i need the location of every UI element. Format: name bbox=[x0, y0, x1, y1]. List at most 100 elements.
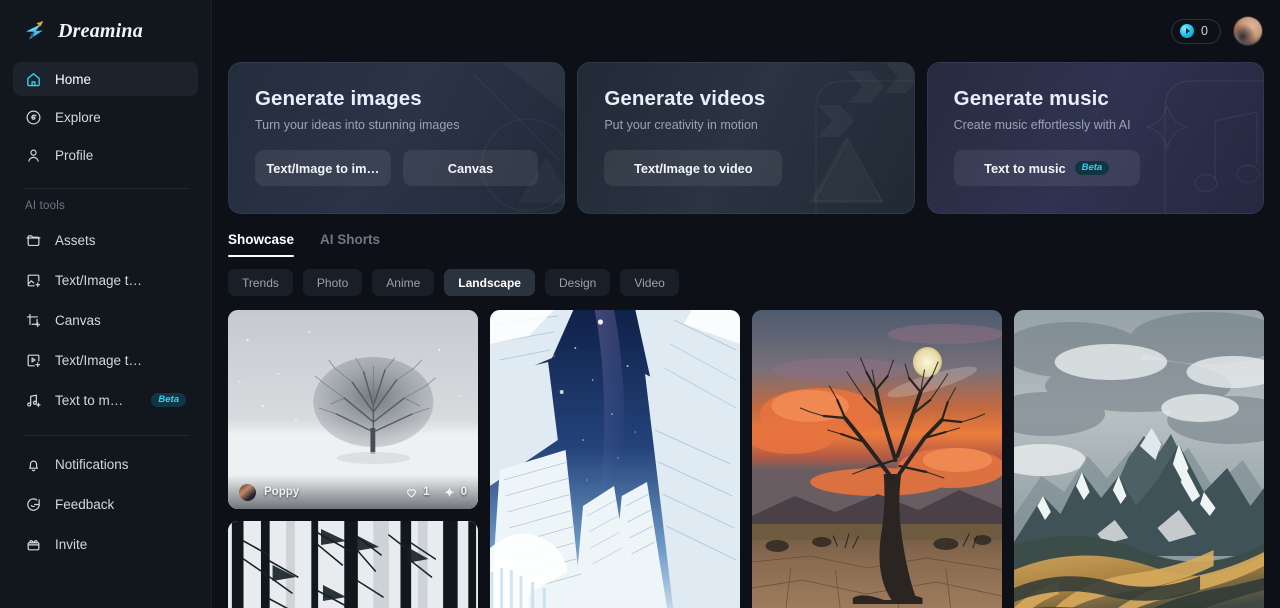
bell-icon bbox=[25, 456, 42, 473]
hero-decoration-images bbox=[229, 63, 565, 213]
sidebar-item-label: Invite bbox=[55, 536, 88, 552]
gallery-card-desert-tree[interactable] bbox=[752, 310, 1002, 608]
tab-showcase[interactable]: Showcase bbox=[228, 232, 295, 257]
hero-card-generate-music[interactable]: Generate music Create music effortlessly… bbox=[926, 62, 1264, 214]
sidebar-item-text-to-music[interactable]: Text to music Beta bbox=[13, 383, 198, 417]
sparkle-icon bbox=[443, 486, 456, 499]
sparkle-stat[interactable]: 0 bbox=[443, 486, 467, 499]
sidebar-bottom-nav: Notifications Feedback Invite bbox=[13, 447, 198, 567]
folder-icon bbox=[25, 232, 42, 249]
hero-card-generate-images[interactable]: Generate images Turn your ideas into stu… bbox=[228, 62, 566, 214]
gallery-column bbox=[752, 310, 1002, 608]
canvas-button[interactable]: Canvas bbox=[402, 150, 539, 186]
sidebar-section-label-ai-tools: AI tools bbox=[25, 200, 65, 212]
text-image-to-video-button[interactable]: Text/Image to video bbox=[604, 150, 783, 186]
chip-landscape[interactable]: Landscape bbox=[444, 269, 535, 296]
sidebar-item-feedback[interactable]: Feedback bbox=[13, 487, 198, 521]
sparkle-count: 0 bbox=[460, 486, 467, 498]
chip-trends[interactable]: Trends bbox=[228, 269, 293, 296]
sidebar-primary-nav: Home Explore Profile bbox=[13, 62, 198, 176]
like-count: 1 bbox=[423, 486, 430, 498]
gift-icon bbox=[25, 536, 42, 553]
gallery-card-mountains[interactable] bbox=[1014, 310, 1264, 608]
artwork-frozen-skyscrapers-starry-sky bbox=[490, 310, 740, 608]
main-content: 0 Generate images Turn your ideas into s… bbox=[212, 0, 1280, 608]
compass-icon bbox=[25, 109, 42, 126]
content-area: Generate images Turn your ideas into stu… bbox=[212, 62, 1280, 608]
sidebar-item-label: Notifications bbox=[55, 456, 129, 472]
author-avatar bbox=[239, 483, 256, 501]
beta-badge: Beta bbox=[151, 392, 186, 408]
beta-badge: Beta bbox=[1074, 160, 1110, 176]
author-name: Poppy bbox=[264, 486, 300, 498]
video-generate-icon bbox=[25, 352, 42, 369]
hero-buttons: Text to music Beta bbox=[953, 150, 1237, 186]
tab-ai-shorts[interactable]: AI Shorts bbox=[320, 232, 380, 257]
sidebar: Dreamina Home Explore Profile AI tools A… bbox=[0, 0, 212, 608]
image-generate-icon bbox=[25, 272, 42, 289]
chip-photo[interactable]: Photo bbox=[302, 269, 363, 296]
sidebar-item-canvas[interactable]: Canvas bbox=[13, 303, 198, 337]
sidebar-item-text-image-to-image[interactable]: Text/Image t… bbox=[13, 263, 198, 297]
avatar[interactable] bbox=[1234, 17, 1262, 45]
chip-anime[interactable]: Anime bbox=[372, 269, 435, 296]
text-to-music-button[interactable]: Text to music Beta bbox=[953, 150, 1140, 186]
hero-decoration-videos bbox=[578, 63, 914, 213]
artwork-desert-dead-tree-sunset-moon bbox=[752, 310, 1002, 608]
sidebar-item-label: Feedback bbox=[55, 496, 115, 512]
gallery-card-snowy-tree[interactable]: Poppy 1 0 bbox=[228, 310, 478, 509]
card-author[interactable]: Poppy bbox=[239, 483, 300, 501]
hero-card-generate-videos[interactable]: Generate videos Put your creativity in m… bbox=[577, 62, 915, 214]
card-stats: 1 0 bbox=[405, 486, 467, 499]
home-icon bbox=[25, 71, 42, 88]
brand-name: Dreamina bbox=[58, 19, 143, 42]
hero-decoration-music bbox=[928, 63, 1263, 213]
gallery-column bbox=[1014, 310, 1264, 608]
hero-buttons: Text/Image to video bbox=[604, 150, 887, 186]
person-icon bbox=[25, 147, 42, 164]
chip-design[interactable]: Design bbox=[544, 269, 611, 296]
brand[interactable]: Dreamina bbox=[13, 0, 198, 62]
sidebar-item-label: Canvas bbox=[55, 312, 101, 328]
hero-subtitle: Turn your ideas into stunning images bbox=[255, 118, 460, 132]
canvas-icon bbox=[25, 312, 42, 329]
credits-badge[interactable]: 0 bbox=[1171, 18, 1221, 44]
hero-title: Generate images bbox=[255, 87, 422, 110]
artwork-mountain-range-golden-hills bbox=[1014, 310, 1264, 608]
dreamina-logo-icon bbox=[23, 18, 49, 44]
artwork-misty-pine-forest bbox=[228, 521, 478, 608]
text-image-to-image-button[interactable]: Text/Image to im… bbox=[255, 150, 391, 186]
sidebar-item-assets[interactable]: Assets bbox=[13, 223, 198, 257]
gallery-column bbox=[490, 310, 740, 608]
sidebar-item-explore[interactable]: Explore bbox=[13, 100, 198, 134]
card-footer: Poppy 1 0 bbox=[228, 475, 478, 509]
sidebar-item-label: Profile bbox=[55, 147, 94, 163]
sidebar-item-text-image-to-video[interactable]: Text/Image t… bbox=[13, 343, 198, 377]
showcase-tabs: Showcase AI Shorts bbox=[228, 232, 1264, 257]
music-note-icon bbox=[25, 392, 42, 409]
hero-subtitle: Put your creativity in motion bbox=[604, 118, 758, 132]
chat-bubble-icon bbox=[25, 496, 42, 513]
like-stat[interactable]: 1 bbox=[405, 486, 430, 499]
gallery-card-frozen-skyscrapers[interactable] bbox=[490, 310, 740, 608]
sidebar-item-label: Home bbox=[55, 71, 92, 87]
sidebar-item-label: Assets bbox=[55, 232, 96, 248]
sidebar-item-home[interactable]: Home bbox=[13, 62, 198, 96]
sidebar-item-label: Explore bbox=[55, 109, 101, 125]
gallery-card-misty-forest[interactable] bbox=[228, 521, 478, 608]
category-filters: Trends Photo Anime Landscape Design Vide… bbox=[228, 269, 1264, 296]
sidebar-item-invite[interactable]: Invite bbox=[13, 527, 198, 561]
chip-video[interactable]: Video bbox=[620, 269, 679, 296]
sidebar-item-profile[interactable]: Profile bbox=[13, 138, 198, 172]
sidebar-divider-bottom bbox=[23, 435, 188, 436]
hero-title: Generate videos bbox=[604, 87, 766, 110]
credits-count: 0 bbox=[1201, 24, 1208, 38]
hero-subtitle: Create music effortlessly with AI bbox=[953, 118, 1131, 132]
app-root: Dreamina Home Explore Profile AI tools A… bbox=[0, 0, 1280, 608]
sidebar-item-label: Text to music bbox=[55, 392, 131, 408]
sidebar-item-notifications[interactable]: Notifications bbox=[13, 447, 198, 481]
hero-buttons: Text/Image to im… Canvas bbox=[255, 150, 539, 186]
hero-cards: Generate images Turn your ideas into stu… bbox=[228, 62, 1264, 214]
sidebar-item-label: Text/Image t… bbox=[55, 352, 143, 368]
gallery-column: Poppy 1 0 bbox=[228, 310, 478, 608]
